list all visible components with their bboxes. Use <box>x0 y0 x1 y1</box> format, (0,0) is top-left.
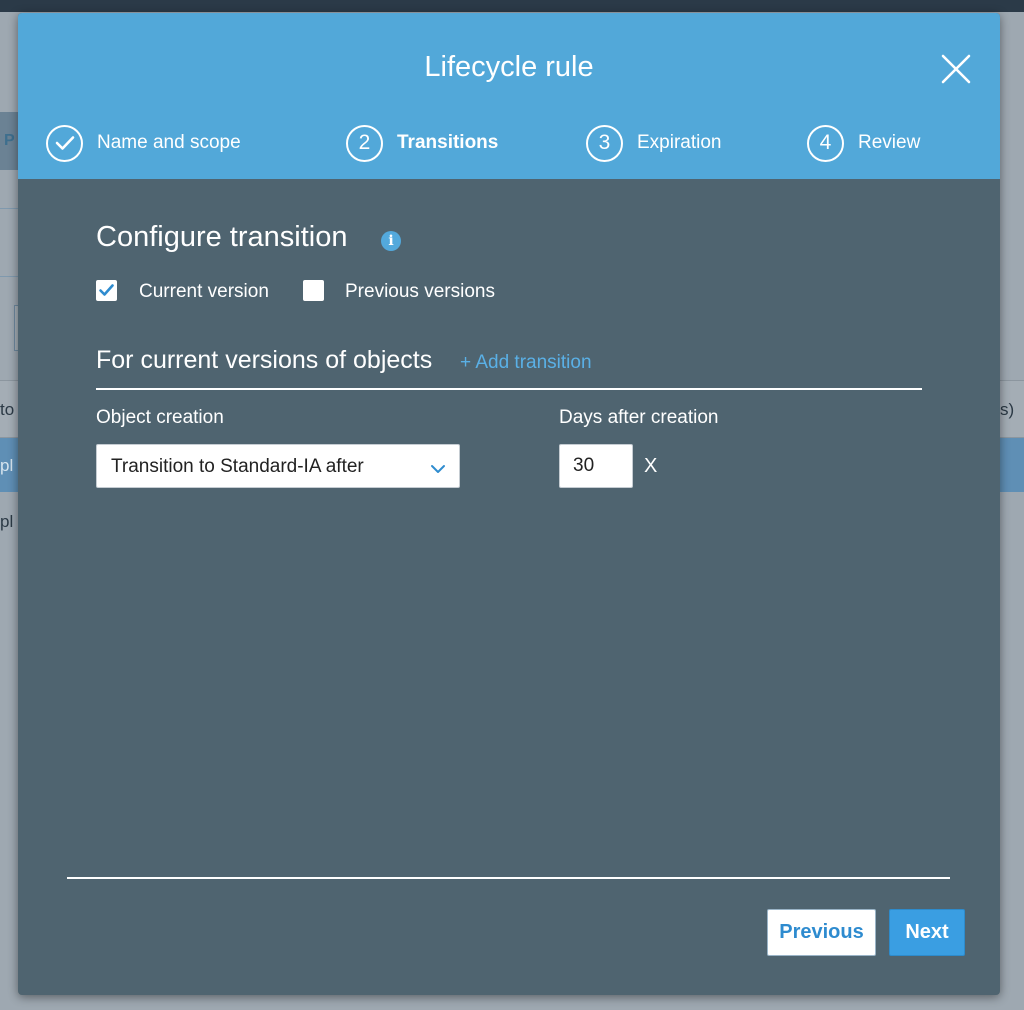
modal-title: Lifecycle rule <box>424 51 594 83</box>
step-number: 4 <box>807 124 844 162</box>
step-transitions[interactable]: 2 Transitions <box>346 123 498 163</box>
info-icon[interactable]: i <box>381 231 401 251</box>
days-after-creation-label: Days after creation <box>559 407 719 428</box>
lifecycle-rule-modal: Lifecycle rule Name and scope 2 Transiti… <box>18 13 1000 995</box>
background-divider <box>0 276 18 277</box>
object-creation-select[interactable]: Transition to Standard-IA after <box>96 444 460 488</box>
previous-button[interactable]: Previous <box>767 909 876 956</box>
check-icon <box>46 124 83 162</box>
configure-transition-title: Configure transition <box>96 221 348 253</box>
step-number: 2 <box>346 124 383 162</box>
background-header-text: s) <box>1000 400 1015 419</box>
background-top-bar <box>0 0 1024 12</box>
step-expiration[interactable]: 3 Expiration <box>586 123 722 163</box>
background-row-text: pl <box>0 512 14 531</box>
add-transition-link[interactable]: + Add transition <box>460 352 592 374</box>
step-review[interactable]: 4 Review <box>807 123 920 163</box>
previous-versions-label[interactable]: Previous versions <box>345 281 495 303</box>
background-row-text: pl <box>0 456 14 475</box>
current-version-label[interactable]: Current version <box>139 281 269 303</box>
days-after-creation-input[interactable] <box>559 444 633 488</box>
background-tab: P <box>0 112 18 170</box>
remove-transition-button[interactable]: X <box>644 455 657 478</box>
step-label: Name and scope <box>97 132 241 153</box>
step-label: Expiration <box>637 132 722 153</box>
current-versions-title: For current versions of objects <box>96 346 433 374</box>
next-button[interactable]: Next <box>889 909 965 956</box>
background-tab-text: P <box>4 132 15 149</box>
step-number: 3 <box>586 124 623 162</box>
step-name-and-scope[interactable]: Name and scope <box>46 123 241 163</box>
step-label: Review <box>858 132 921 153</box>
previous-versions-checkbox[interactable] <box>303 280 324 301</box>
step-label: Transitions <box>397 132 499 153</box>
close-icon[interactable] <box>940 53 972 85</box>
object-creation-value: Transition to Standard-IA after <box>111 456 364 477</box>
footer-divider <box>67 877 950 879</box>
current-version-checkbox[interactable] <box>96 280 117 301</box>
background-divider <box>0 208 18 209</box>
background-header-text: to <box>0 400 15 419</box>
section-divider <box>96 388 922 390</box>
modal-header: Lifecycle rule Name and scope 2 Transiti… <box>18 13 1000 179</box>
object-creation-label: Object creation <box>96 407 224 428</box>
chevron-down-icon <box>430 461 446 479</box>
